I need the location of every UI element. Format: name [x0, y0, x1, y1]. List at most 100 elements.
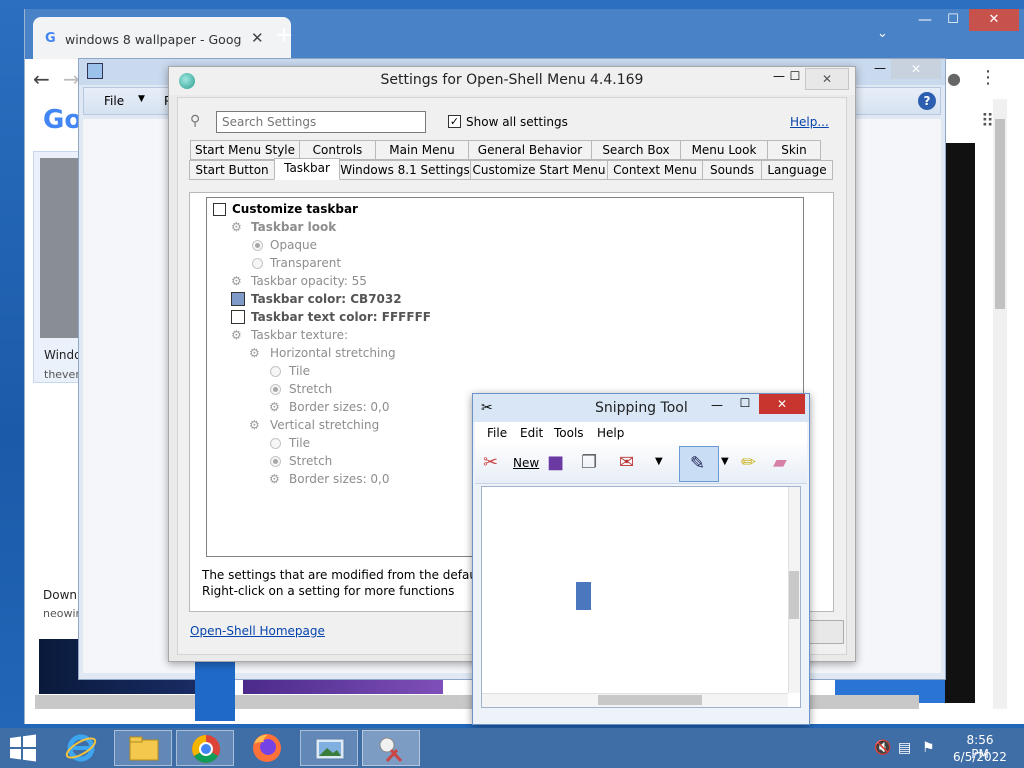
highlighter-icon[interactable]: ✏: [741, 452, 756, 473]
start-button[interactable]: [8, 734, 38, 762]
open-shell-homepage-link[interactable]: Open-Shell Homepage: [190, 624, 325, 638]
horizontal-stretching-label[interactable]: Horizontal stretching: [270, 346, 396, 360]
taskbar-look-label[interactable]: Taskbar look: [251, 220, 336, 234]
taskbar-opacity-label[interactable]: Taskbar opacity: 55: [251, 274, 367, 288]
google-logo[interactable]: Go: [43, 105, 82, 135]
snip-menu-file[interactable]: File: [487, 426, 507, 440]
profile-icon[interactable]: ●: [947, 69, 961, 88]
tab-sounds[interactable]: Sounds: [702, 160, 762, 180]
transparent-radio[interactable]: [252, 258, 263, 269]
send-snip-icon[interactable]: ✉: [619, 452, 634, 473]
viewer-minimize-button[interactable]: —: [867, 61, 893, 81]
chevron-down-icon[interactable]: ▼: [721, 456, 729, 467]
v-stretch-radio[interactable]: [270, 456, 281, 467]
customize-taskbar-checkbox[interactable]: [213, 203, 226, 216]
vertical-scrollbar-thumb[interactable]: [995, 119, 1005, 309]
chevron-down-icon[interactable]: ▼: [138, 94, 145, 104]
h-border-sizes-label[interactable]: Border sizes: 0,0: [289, 400, 390, 414]
clock-date[interactable]: 6/5/2022: [952, 750, 1008, 764]
h-stretch-radio[interactable]: [270, 384, 281, 395]
pen-button[interactable]: ✎: [679, 446, 719, 482]
image-result-title[interactable]: Downl: [43, 588, 80, 602]
tab-main-menu[interactable]: Main Menu: [375, 140, 469, 160]
v-tile-label[interactable]: Tile: [289, 436, 310, 450]
tab-taskbar[interactable]: Taskbar: [274, 158, 340, 180]
snip-maximize-button[interactable]: ☐: [733, 396, 757, 410]
taskbar-internet-explorer[interactable]: [52, 730, 110, 766]
tab-language[interactable]: Language: [761, 160, 833, 180]
taskbar-color-label[interactable]: Taskbar color: CB7032: [251, 292, 402, 306]
opaque-radio[interactable]: [252, 240, 263, 251]
settings-close-button[interactable]: ✕: [805, 68, 849, 90]
snip-menu-edit[interactable]: Edit: [520, 426, 543, 440]
tab-context-menu[interactable]: Context Menu: [607, 160, 703, 180]
v-stretch-label[interactable]: Stretch: [289, 454, 332, 468]
result-image-dark[interactable]: [945, 143, 975, 703]
tab-customize-start-menu[interactable]: Customize Start Menu: [470, 160, 608, 180]
save-icon[interactable]: ■: [547, 452, 564, 473]
copy-icon[interactable]: ❐: [581, 452, 597, 473]
scissors-icon[interactable]: ✂: [483, 452, 498, 473]
action-center-flag-icon[interactable]: ⚑: [922, 740, 935, 756]
viewer-close-button[interactable]: ✕: [891, 59, 941, 79]
h-stretch-label[interactable]: Stretch: [289, 382, 332, 396]
snip-menu-tools[interactable]: Tools: [554, 426, 584, 440]
taskbar-text-color-swatch[interactable]: [231, 310, 245, 324]
show-all-settings-checkbox[interactable]: ✓: [448, 115, 461, 128]
tab-search-box[interactable]: Search Box: [591, 140, 681, 160]
customize-taskbar-label[interactable]: Customize taskbar: [232, 202, 358, 216]
back-arrow-icon[interactable]: ←: [33, 67, 50, 91]
taskbar-text-color-label[interactable]: Taskbar text color: FFFFFF: [251, 310, 431, 324]
tab-start-button[interactable]: Start Button: [189, 160, 275, 180]
v-tile-radio[interactable]: [270, 438, 281, 449]
chrome-close-button[interactable]: ✕: [969, 9, 1019, 31]
eraser-icon[interactable]: ▰: [773, 452, 787, 473]
tab-close-icon[interactable]: ✕: [251, 29, 264, 47]
snip-close-button[interactable]: ✕: [759, 394, 805, 414]
taskbar-color-swatch[interactable]: [231, 292, 245, 306]
taskbar-file-explorer[interactable]: [114, 730, 172, 766]
speaker-muted-icon[interactable]: 🔇: [874, 740, 891, 756]
new-tab-button[interactable]: +: [275, 23, 293, 48]
tab-search-icon[interactable]: ⌄: [877, 26, 888, 41]
search-settings-input[interactable]: [216, 111, 426, 133]
help-icon[interactable]: ?: [918, 92, 936, 110]
taskbar-photo-viewer[interactable]: [300, 730, 358, 766]
snip-canvas[interactable]: [481, 486, 801, 708]
help-link[interactable]: Help...: [790, 115, 829, 129]
taskbar-chrome[interactable]: [176, 730, 234, 766]
taskbar-texture-label[interactable]: Taskbar texture:: [251, 328, 348, 342]
h-tile-radio[interactable]: [270, 366, 281, 377]
snip-menu-help[interactable]: Help: [597, 426, 624, 440]
transparent-label[interactable]: Transparent: [270, 256, 341, 270]
setting-gear-icon: ⚙: [231, 274, 242, 288]
settings-maximize-button[interactable]: ☐: [783, 69, 807, 91]
tab-windows-81-settings[interactable]: Windows 8.1 Settings: [339, 160, 471, 180]
tab-skin[interactable]: Skin: [767, 140, 821, 160]
chevron-down-icon[interactable]: ▼: [655, 456, 663, 467]
snip-vertical-scrollbar-thumb[interactable]: [789, 571, 799, 619]
snip-horizontal-scrollbar-thumb[interactable]: [598, 695, 702, 705]
taskbar-snipping-tool[interactable]: [362, 730, 420, 766]
network-icon[interactable]: ▤: [898, 740, 911, 756]
tab-general-behavior[interactable]: General Behavior: [468, 140, 592, 160]
folder-icon: [129, 736, 159, 761]
vertical-stretching-label[interactable]: Vertical stretching: [270, 418, 379, 432]
chrome-maximize-button[interactable]: ☐: [939, 9, 967, 31]
taskbar-firefox[interactable]: [238, 730, 296, 766]
v-border-sizes-label[interactable]: Border sizes: 0,0: [289, 472, 390, 486]
h-tile-label[interactable]: Tile: [289, 364, 310, 378]
chrome-minimize-button[interactable]: —: [911, 9, 939, 31]
snip-minimize-button[interactable]: —: [705, 398, 729, 412]
viewer-file-menu[interactable]: File: [104, 94, 124, 108]
chrome-tab[interactable]: G windows 8 wallpaper - Google Search ✕: [33, 17, 291, 59]
tab-controls[interactable]: Controls: [299, 140, 376, 160]
tab-menu-look[interactable]: Menu Look: [680, 140, 768, 160]
chrome-menu-icon[interactable]: ⋮: [979, 67, 997, 88]
show-all-settings-label[interactable]: Show all settings: [466, 115, 568, 129]
new-snip-button[interactable]: New: [513, 456, 539, 470]
opaque-label[interactable]: Opaque: [270, 238, 317, 252]
modified-settings-note: The settings that are modified from the …: [202, 568, 509, 582]
image-result-title: Windo: [44, 348, 82, 362]
tab-start-menu-style[interactable]: Start Menu Style: [190, 140, 300, 160]
